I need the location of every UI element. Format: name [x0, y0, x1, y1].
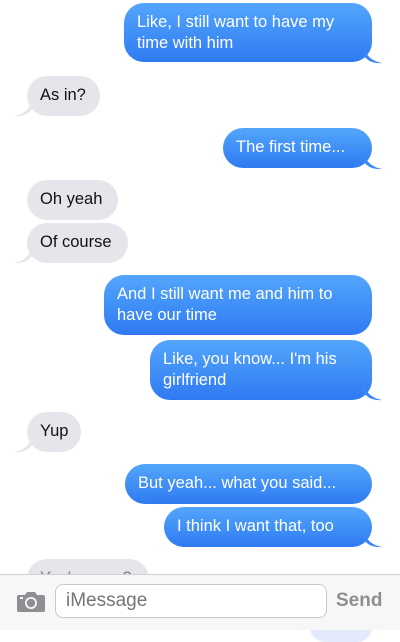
bubble-tail [14, 435, 32, 453]
message-bubble-outgoing: Like, you know... I'm his girlfriend [150, 340, 372, 400]
bubble-tail [14, 246, 32, 264]
message-text: Oh yeah [40, 190, 103, 208]
bubble-tail [364, 152, 382, 170]
message-bubble-outgoing: The first time... [223, 128, 372, 168]
message-bubble-incoming: Yup [27, 412, 81, 452]
message-bubble-outgoing: Like, I still want to have my time with … [124, 3, 372, 62]
bubble-tail [364, 46, 382, 64]
message-text: Yup [40, 422, 69, 440]
message-composer: Send [0, 574, 400, 630]
message-text: As in? [40, 86, 86, 104]
message-bubble-outgoing: I think I want that, too [164, 507, 372, 547]
message-text: And I still want me and him to have our … [117, 285, 333, 324]
message-bubble-incoming: Of course [27, 223, 128, 263]
message-bubble-outgoing: And I still want me and him to have our … [104, 275, 372, 335]
message-text: Like, I still want to have my time with … [137, 13, 335, 52]
message-thread: Like, I still want to have my time with … [0, 0, 400, 642]
message-text: I think I want that, too [177, 517, 334, 535]
camera-icon[interactable] [16, 589, 46, 613]
message-text: Like, you know... I'm his girlfriend [163, 350, 337, 389]
bubble-tail [364, 383, 382, 401]
bubble-tail [364, 530, 382, 548]
send-button[interactable]: Send [336, 590, 382, 612]
message-text: Of course [40, 233, 112, 251]
message-bubble-incoming: As in? [27, 76, 100, 116]
message-bubble-outgoing: But yeah... what you said... [125, 464, 372, 504]
message-bubble-incoming: Oh yeah [27, 180, 118, 220]
message-text: The first time... [236, 138, 346, 156]
message-input[interactable] [55, 584, 327, 618]
bubble-tail [14, 99, 32, 117]
message-text: But yeah... what you said... [138, 474, 337, 492]
